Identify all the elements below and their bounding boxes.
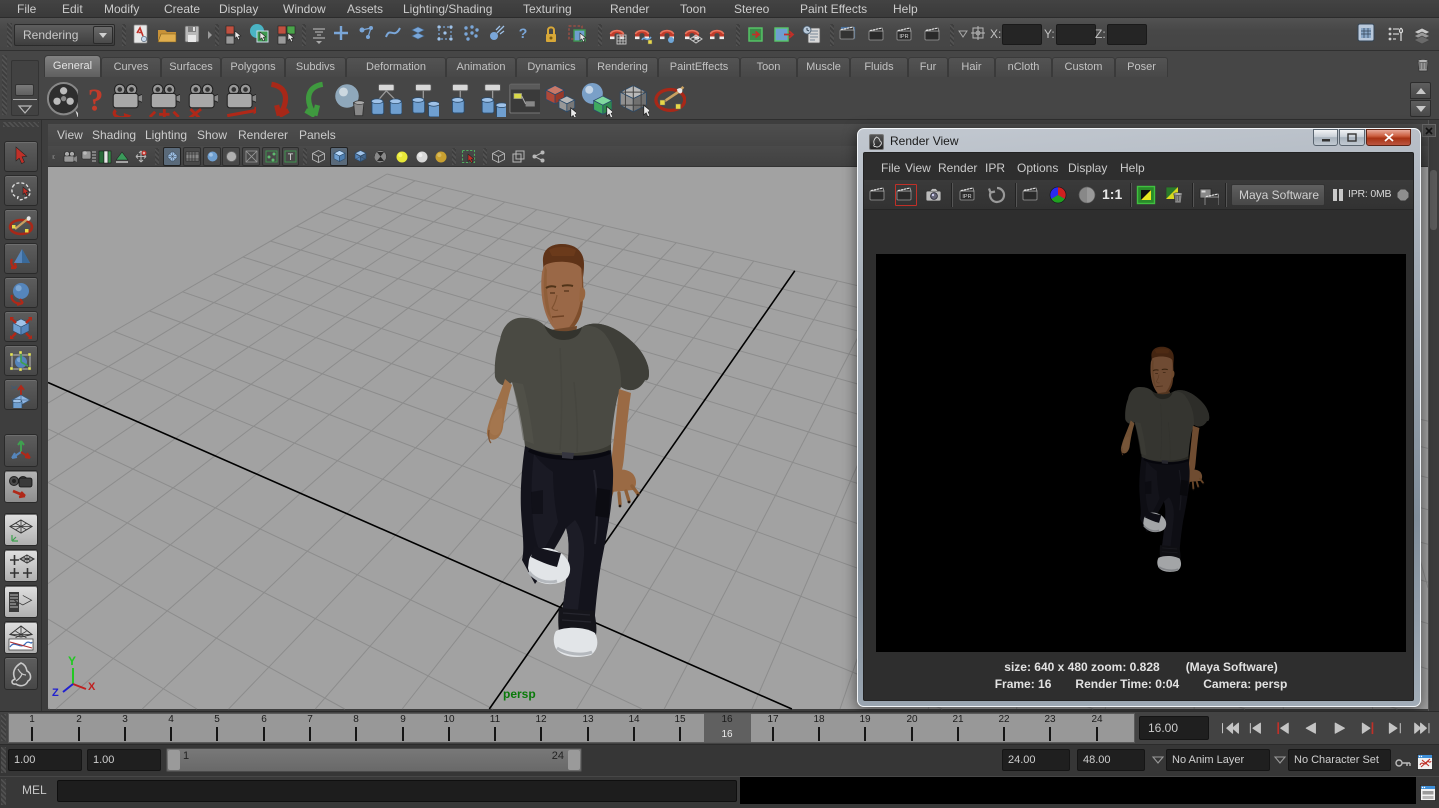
svg-text:IPR: IPR — [899, 34, 908, 40]
svg-text:Y: Y — [68, 654, 76, 668]
svg-text:?: ? — [519, 25, 528, 41]
svg-text:IPR: IPR — [962, 194, 971, 200]
svg-text:T: T — [288, 152, 294, 162]
svg-text:?: ? — [88, 82, 104, 117]
svg-text:X: X — [88, 681, 96, 693]
svg-text:Z: Z — [52, 687, 59, 699]
